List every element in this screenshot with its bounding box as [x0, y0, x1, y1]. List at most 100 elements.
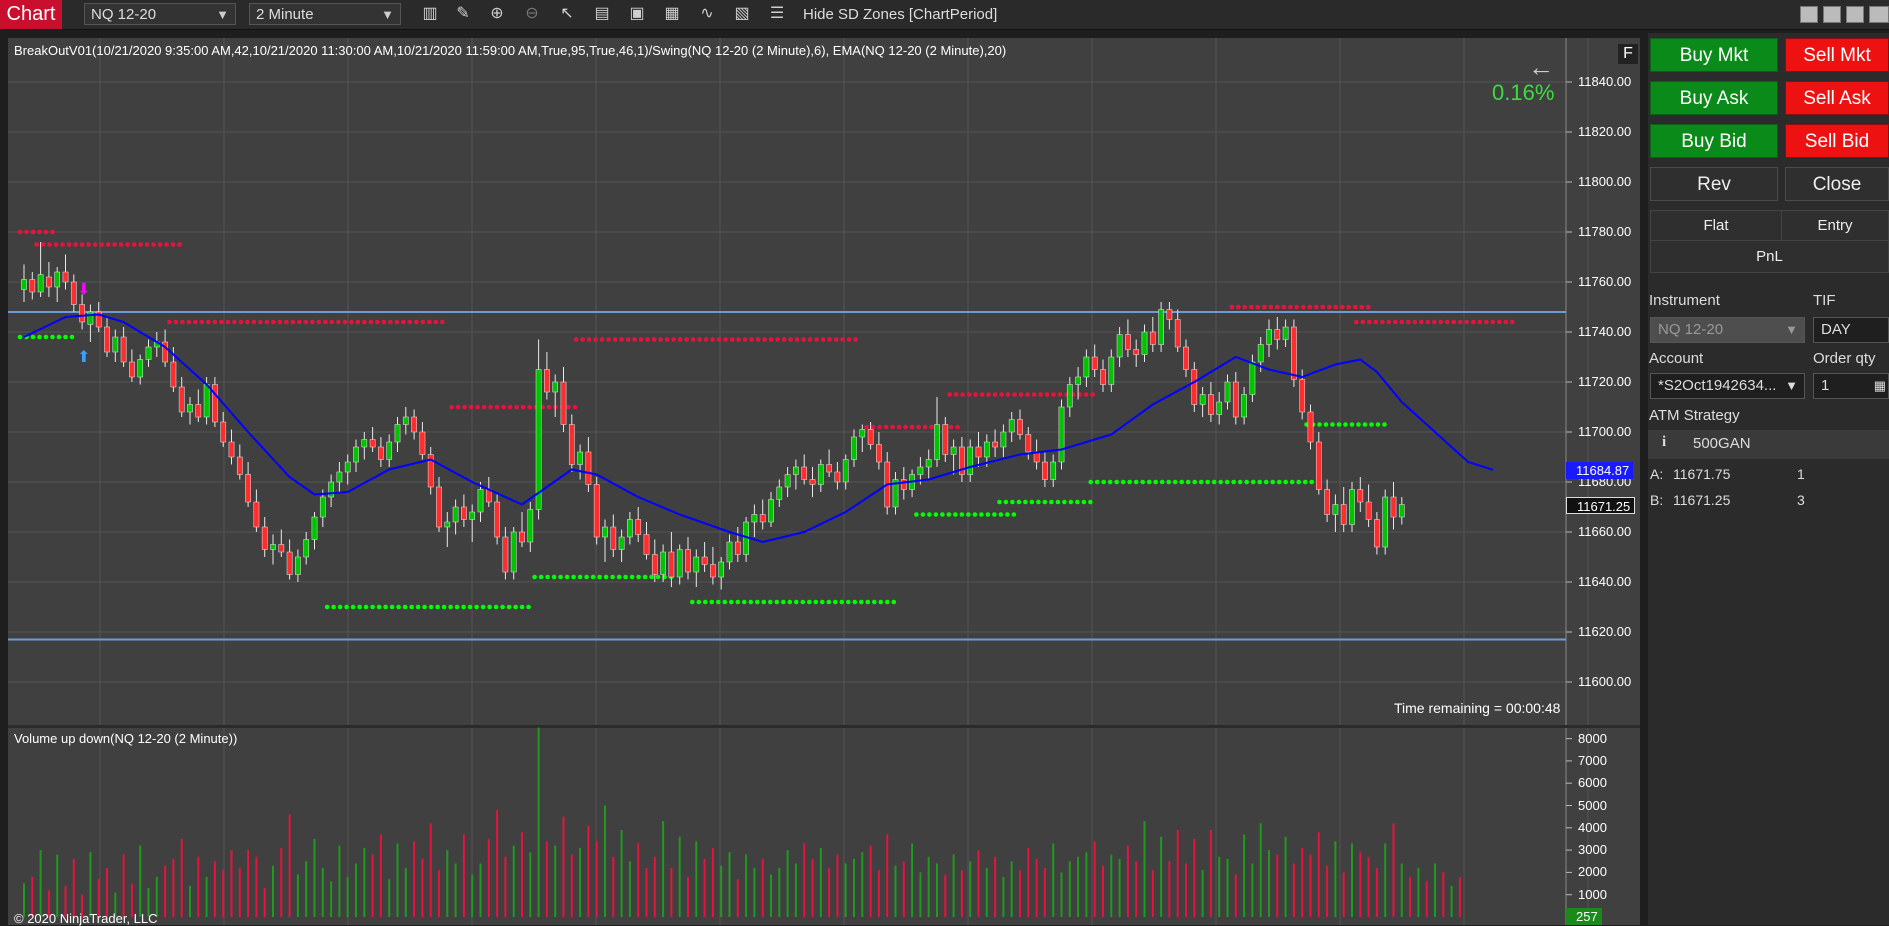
f-button[interactable]: F	[1618, 44, 1638, 64]
swing-high-dot	[427, 319, 432, 325]
swing-high-dot	[488, 404, 493, 410]
swing-high-dot	[755, 337, 761, 342]
swing-high-dot	[40, 242, 46, 247]
candle-down	[1307, 411, 1314, 443]
swing-low-dot	[636, 574, 641, 580]
swing-low-dot	[972, 512, 978, 517]
atm-strategy-selector[interactable]: i 500GAN	[1648, 430, 1889, 459]
swing-low-dot	[768, 599, 773, 605]
swing-high-dot	[546, 404, 552, 410]
candle-up	[328, 481, 334, 498]
buy-ask-button[interactable]: Buy Ask	[1650, 81, 1778, 115]
last-price-tag: 11671.25	[1566, 496, 1636, 514]
swing-low-dot	[690, 599, 695, 605]
swing-high-dot	[1051, 392, 1056, 397]
sell-market-button[interactable]: Sell Mkt	[1785, 38, 1889, 72]
candle-up	[112, 336, 119, 353]
ema-line	[23, 313, 1494, 544]
swing-low-dot	[422, 604, 427, 610]
swing-low-dot	[363, 604, 369, 610]
swing-low-dot	[1382, 422, 1387, 427]
atm-strategy-value: 500GAN	[1693, 435, 1751, 452]
candle-down	[195, 404, 202, 418]
candle-down	[120, 336, 127, 363]
swing-low-dot	[454, 604, 460, 610]
candle-down	[876, 444, 882, 463]
reverse-button[interactable]: Rev	[1650, 167, 1778, 201]
swing-low-dot	[474, 604, 479, 610]
swing-low-dot	[953, 512, 958, 517]
swing-low-dot	[748, 599, 754, 605]
candle-up	[751, 514, 758, 523]
swing-high-dot	[1018, 392, 1024, 397]
swing-high-dot	[1412, 319, 1418, 325]
swing-high-dot	[329, 319, 335, 325]
candle-down	[411, 416, 417, 433]
swing-low-dot	[603, 574, 609, 580]
calculator-icon[interactable]: ▦	[1874, 374, 1886, 398]
swing-high-dot	[1242, 304, 1248, 310]
swing-high-dot	[251, 319, 257, 325]
candle-up	[353, 446, 359, 463]
candle-up	[1066, 384, 1073, 408]
swing-high-dot	[820, 337, 826, 342]
candle-down	[1133, 349, 1140, 355]
swing-high-dot	[960, 392, 965, 397]
sell-bid-button[interactable]: Sell Bid	[1785, 124, 1889, 158]
account-field[interactable]: *S2Oct1942634... ▼	[1650, 373, 1805, 399]
swing-high-dot	[449, 404, 454, 410]
buy-market-button[interactable]: Buy Mkt	[1650, 38, 1778, 72]
swing-low-dot	[1244, 479, 1249, 485]
swing-low-dot	[331, 604, 336, 610]
buy-bid-button[interactable]: Buy Bid	[1650, 124, 1778, 158]
price-axis-label: 11620.00	[1578, 624, 1632, 639]
swing-low-dot	[1055, 499, 1061, 505]
swing-high-dot	[716, 337, 722, 342]
collapse-arrow-icon[interactable]: ←	[1528, 52, 1554, 83]
sell-ask-button[interactable]: Sell Ask	[1785, 81, 1889, 115]
swing-low-dot	[1042, 499, 1048, 505]
swing-high-dot	[138, 242, 143, 247]
candle-down	[826, 464, 832, 473]
swing-low-dot	[1120, 479, 1126, 485]
candle-up	[336, 471, 343, 483]
swing-low-dot	[564, 574, 570, 580]
swing-high-dot	[955, 424, 960, 430]
swing-high-dot	[43, 229, 49, 235]
swing-high-dot	[580, 337, 585, 342]
swing-high-dot	[144, 242, 150, 247]
order-qty-field[interactable]: 1 ▦	[1813, 373, 1889, 399]
swing-high-dot	[394, 319, 400, 325]
swing-low-dot	[1114, 479, 1119, 485]
candle-up	[925, 459, 932, 468]
swing-low-dot	[590, 574, 596, 580]
swing-high-dot	[349, 319, 354, 325]
swing-high-dot	[1438, 319, 1444, 325]
price-axis-label: 11800.00	[1578, 174, 1632, 189]
position-entry: Entry	[1781, 210, 1889, 241]
swing-low-dot	[571, 574, 576, 580]
close-position-button[interactable]: Close	[1785, 167, 1889, 201]
swing-low-dot	[538, 574, 544, 580]
bid-price: 11671.25	[1673, 492, 1731, 508]
swing-high-dot	[827, 337, 832, 342]
candle-down	[867, 429, 874, 445]
candle-up	[1257, 344, 1264, 363]
swing-low-dot	[891, 599, 897, 605]
instrument-field[interactable]: NQ 12-20 ▼	[1650, 317, 1805, 343]
candle-up	[627, 519, 633, 538]
swing-high-dot	[909, 424, 915, 430]
swing-low-dot	[722, 599, 728, 605]
tif-field[interactable]: DAY	[1813, 317, 1889, 343]
candle-down	[1025, 434, 1032, 453]
candle-up	[402, 416, 409, 425]
swing-high-dot	[599, 337, 605, 342]
swing-high-dot	[807, 337, 813, 342]
price-axis-label: 11600.00	[1578, 674, 1632, 689]
swing-low-dot	[1094, 479, 1100, 485]
swing-high-dot	[475, 404, 480, 410]
candle-up	[344, 461, 351, 473]
swing-low-dot	[1336, 422, 1342, 427]
swing-high-dot	[125, 242, 130, 247]
info-icon[interactable]: i	[1662, 434, 1666, 451]
